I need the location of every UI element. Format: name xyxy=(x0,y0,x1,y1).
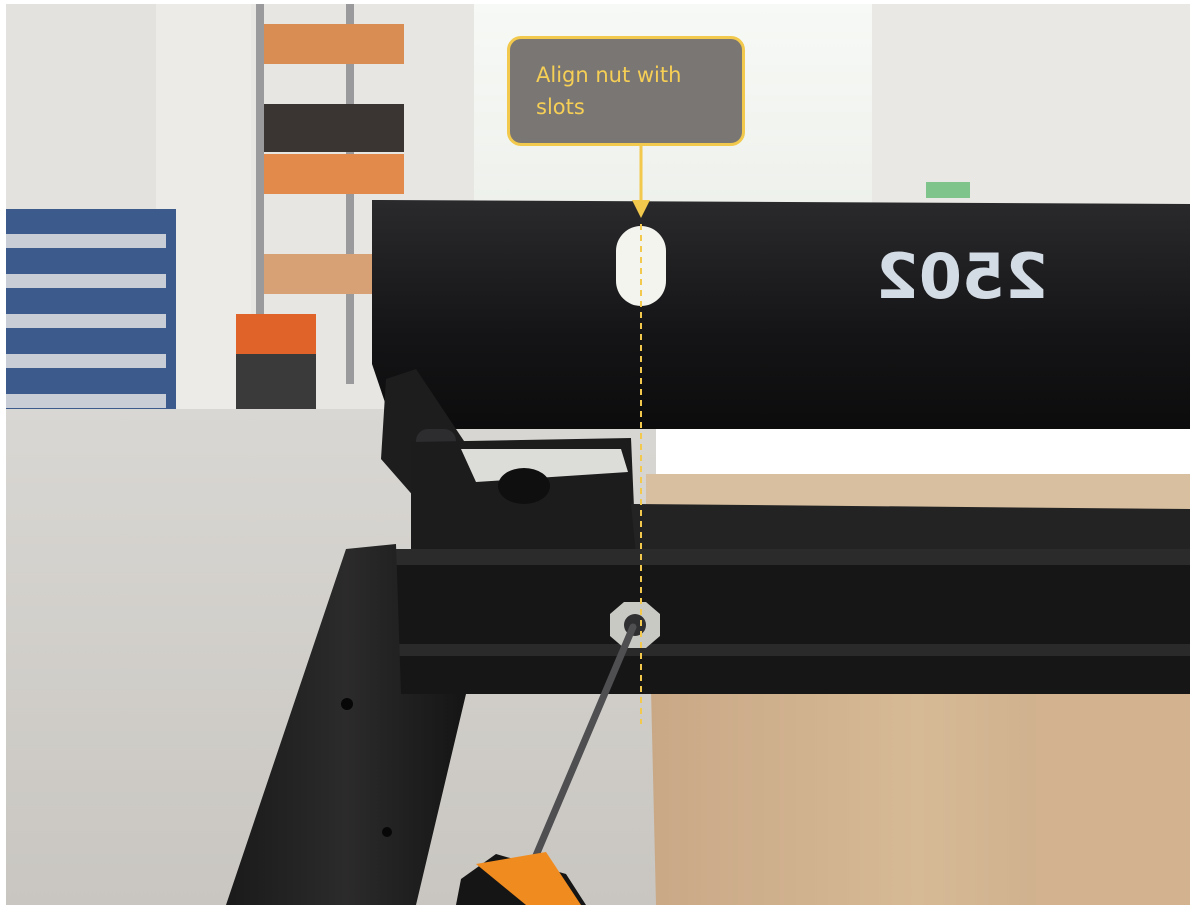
stand-top-plate: 2502 xyxy=(372,200,1190,429)
embossed-number: 2502 xyxy=(876,240,1049,313)
callout-text: Align nut with slots xyxy=(536,63,682,119)
instruction-callout: Align nut with slots xyxy=(507,36,745,146)
horizontal-rail xyxy=(391,549,1190,694)
